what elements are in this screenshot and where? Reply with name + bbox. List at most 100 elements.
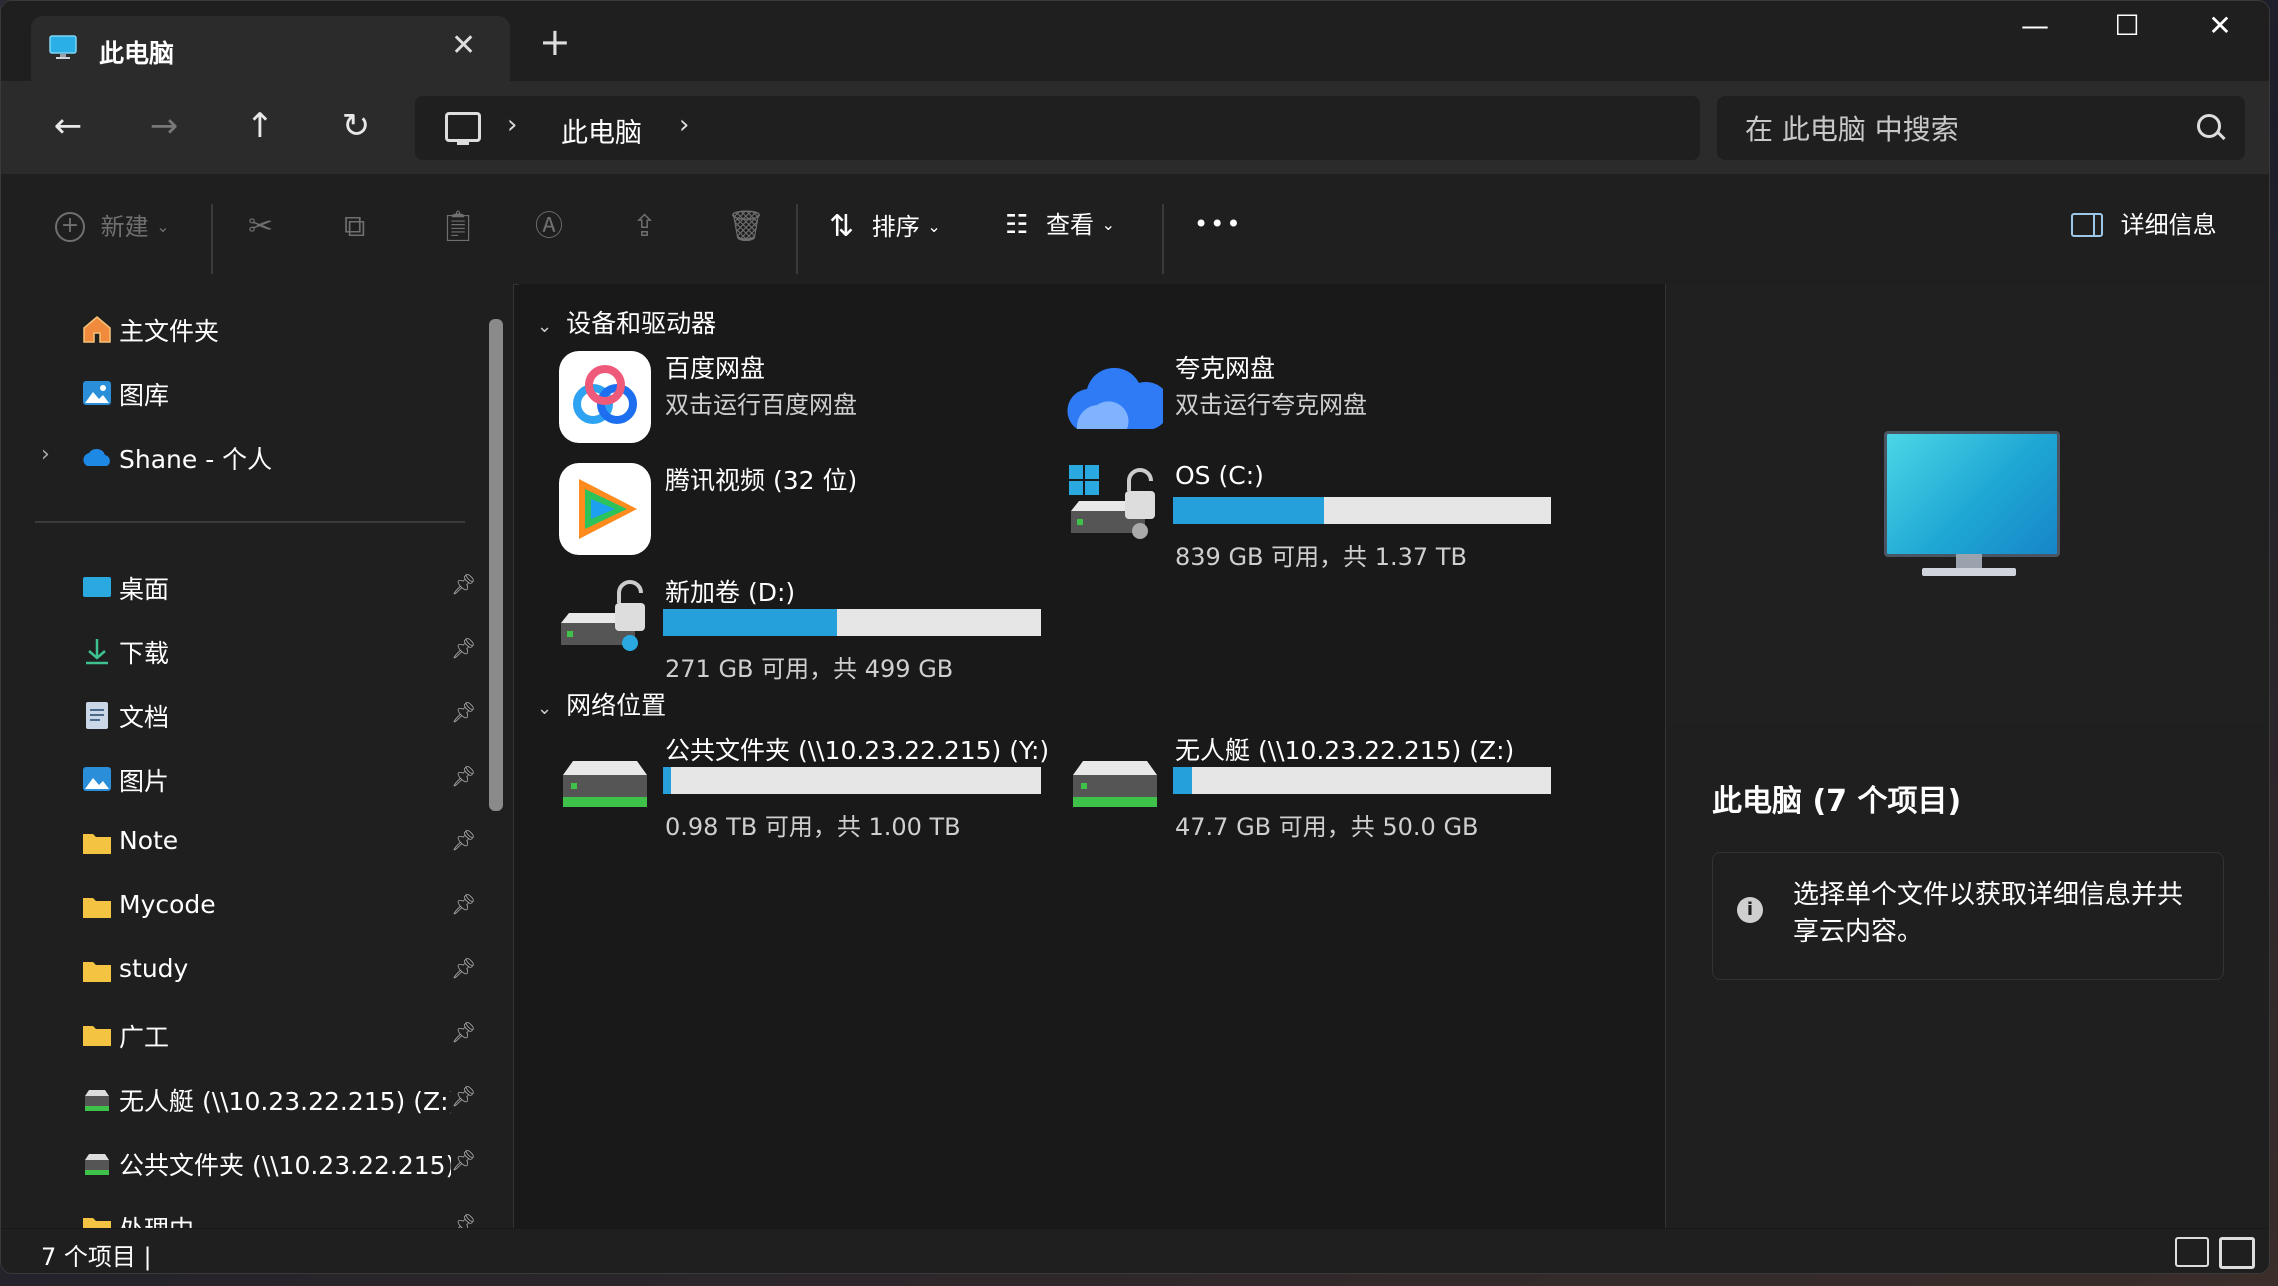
group-devices-header[interactable]: ⌄ 设备和驱动器 — [537, 304, 716, 340]
pin-icon[interactable]: 📌︎ — [451, 956, 476, 980]
details-view-icon[interactable] — [2175, 1237, 2209, 1267]
this-pc-large-icon — [1884, 431, 2060, 557]
sidebar-item-mycode[interactable]: Mycode 📌︎ — [1, 882, 491, 932]
pin-icon[interactable]: 📌︎ — [451, 892, 476, 916]
title-bar: 此电脑 ✕ + — ☐ ✕ — [1, 1, 2269, 81]
cut-icon[interactable]: ✂ — [248, 212, 273, 242]
chevron-right-icon[interactable]: › — [507, 110, 517, 140]
app-quark-netdisk[interactable]: 夸克网盘 双击运行夸克网盘 — [1067, 349, 1587, 449]
sidebar-item-onedrive[interactable]: › Shane - 个人 — [1, 432, 491, 482]
sidebar-item-study[interactable]: study 📌︎ — [1, 946, 491, 996]
address-bar[interactable]: › 此电脑 › — [415, 96, 1700, 160]
item-count: 7 个项目 | — [41, 1243, 152, 1271]
chevron-down-icon: ⌄ — [156, 217, 170, 236]
toolbar-divider — [796, 204, 798, 274]
pin-icon[interactable]: 📌︎ — [451, 1020, 476, 1044]
pin-icon[interactable]: 📌︎ — [451, 572, 476, 596]
drive-d[interactable]: 新加卷 (D:) 271 GB 可用，共 499 GB — [557, 573, 1077, 683]
toolbar-divider — [1162, 204, 1164, 274]
sidebar-item-network-z[interactable]: 无人艇 (\\10.23.22.215) (Z:) 📌︎ — [1, 1074, 491, 1124]
network-drive-y[interactable]: 公共文件夹 (\\10.23.22.215) (Y:) 0.98 TB 可用，共… — [557, 731, 1077, 841]
toolbar-divider — [211, 204, 213, 274]
sidebar-item-desktop[interactable]: 桌面 📌︎ — [1, 562, 491, 612]
app-tencent-video[interactable]: 腾讯视频 (32 位) — [557, 461, 1077, 561]
close-window-button[interactable]: ✕ — [2185, 9, 2255, 42]
pin-icon[interactable]: 📌︎ — [451, 764, 476, 788]
network-drive-z[interactable]: 无人艇 (\\10.23.22.215) (Z:) 47.7 GB 可用，共 5… — [1067, 731, 1587, 841]
expand-chevron-icon[interactable]: › — [41, 442, 50, 467]
pin-icon[interactable]: 📌︎ — [451, 1084, 476, 1108]
large-icons-view-icon[interactable] — [2219, 1237, 2255, 1269]
tab-this-pc[interactable]: 此电脑 ✕ — [31, 16, 510, 81]
more-options-button[interactable]: ••• — [1194, 212, 1242, 236]
navigation-bar: ← → ↑ ↻ › 此电脑 › — [1, 81, 2269, 174]
drive-usage-bar — [1173, 767, 1551, 794]
folder-icon — [83, 1218, 111, 1228]
sidebar-item-home[interactable]: 主文件夹 — [1, 304, 491, 354]
new-button[interactable]: + 新建 ⌄ — [55, 212, 170, 242]
drive-name: 新加卷 (D:) — [665, 578, 796, 607]
sidebar-item-downloads[interactable]: 下载 📌︎ — [1, 626, 491, 676]
sidebar-item-label: 下载 — [119, 639, 170, 668]
maximize-button[interactable]: ☐ — [2092, 9, 2162, 42]
home-icon — [83, 316, 111, 343]
drive-c[interactable]: OS (C:) 839 GB 可用，共 1.37 TB — [1067, 461, 1587, 571]
chevron-down-icon: ⌄ — [537, 698, 553, 719]
minimize-button[interactable]: — — [2000, 9, 2070, 42]
pin-icon[interactable]: 📌︎ — [451, 1148, 476, 1172]
sidebar-item-documents[interactable]: 文档 📌︎ — [1, 690, 491, 740]
group-network-header[interactable]: ⌄ 网络位置 — [537, 686, 666, 722]
app-subtitle: 双击运行百度网盘 — [665, 391, 857, 419]
app-baidu-netdisk[interactable]: 百度网盘 双击运行百度网盘 — [557, 349, 1077, 449]
tab-close-icon[interactable]: ✕ — [451, 28, 476, 63]
details-pane-label: 详细信息 — [2120, 211, 2217, 239]
search-icon[interactable] — [2197, 114, 2221, 138]
sort-button[interactable]: ⇅ 排序 ⌄ — [829, 212, 941, 242]
sidebar-item-processing[interactable]: 处理中 📌︎ — [1, 1202, 491, 1228]
sidebar-item-gallery[interactable]: 图库 — [1, 368, 491, 418]
details-pane-button[interactable]: 详细信息 — [2071, 212, 2217, 237]
up-button[interactable]: ↑ — [235, 109, 285, 143]
details-info-text: 选择单个文件以获取详细信息并共享云内容。 — [1793, 880, 2184, 947]
pin-icon[interactable]: 📌︎ — [451, 700, 476, 724]
search-input[interactable] — [1743, 108, 2187, 150]
copy-icon[interactable]: ⧉ — [344, 212, 365, 242]
new-tab-button[interactable]: + — [539, 23, 571, 61]
refresh-button[interactable]: ↻ — [331, 109, 381, 143]
folder-icon — [83, 962, 111, 982]
sidebar-item-network-y[interactable]: 公共文件夹 (\\10.23.22.215) (Y:) 📌︎ — [1, 1138, 491, 1188]
pin-icon[interactable]: 📌︎ — [451, 828, 476, 852]
pin-icon[interactable]: 📌︎ — [451, 1212, 476, 1228]
sidebar-scrollbar[interactable] — [489, 319, 503, 811]
sidebar-item-label: 处理中 — [119, 1210, 194, 1228]
drive-free-space: 47.7 GB 可用，共 50.0 GB — [1175, 813, 1479, 841]
forward-button[interactable]: → — [139, 109, 189, 143]
drive-usage-fill — [663, 609, 837, 636]
sidebar-item-label: 图库 — [119, 381, 170, 410]
status-bar: 7 个项目 | — [1, 1229, 2269, 1273]
share-icon[interactable]: ⇪ — [632, 212, 657, 242]
sidebar-item-guanggong[interactable]: 广工 📌︎ — [1, 1010, 491, 1060]
search-box[interactable] — [1717, 96, 2245, 160]
breadcrumb-this-pc[interactable]: 此电脑 — [561, 111, 642, 150]
navigation-pane: 主文件夹 图库 › Shane - 个人 桌面 📌︎ 下载 📌︎ 文档 📌︎ 图… — [1, 284, 514, 1228]
sidebar-item-label: Mycode — [119, 890, 216, 919]
paste-icon[interactable]: 📋︎ — [439, 212, 477, 242]
view-label: 查看 — [1045, 211, 1094, 239]
sidebar-item-pictures[interactable]: 图片 📌︎ — [1, 754, 491, 804]
delete-icon[interactable]: 🗑︎ — [727, 212, 765, 242]
back-button[interactable]: ← — [43, 109, 93, 143]
drive-usage-bar — [663, 767, 1041, 794]
monitor-stand — [1956, 554, 1982, 568]
local-drive-icon — [561, 580, 645, 651]
rename-icon[interactable]: Ⓐ — [535, 212, 563, 240]
app-name: 百度网盘 — [665, 354, 766, 383]
gallery-icon — [83, 381, 111, 405]
drive-name: 无人艇 (\\10.23.22.215) (Z:) — [1175, 736, 1515, 765]
sidebar-item-label: 文档 — [119, 703, 170, 732]
pin-icon[interactable]: 📌︎ — [451, 636, 476, 660]
chevron-right-icon[interactable]: › — [679, 110, 689, 140]
app-name: 腾讯视频 (32 位) — [665, 466, 858, 495]
view-button[interactable]: ☷ 查看 ⌄ — [1005, 212, 1115, 238]
sidebar-item-note[interactable]: Note 📌︎ — [1, 818, 491, 868]
